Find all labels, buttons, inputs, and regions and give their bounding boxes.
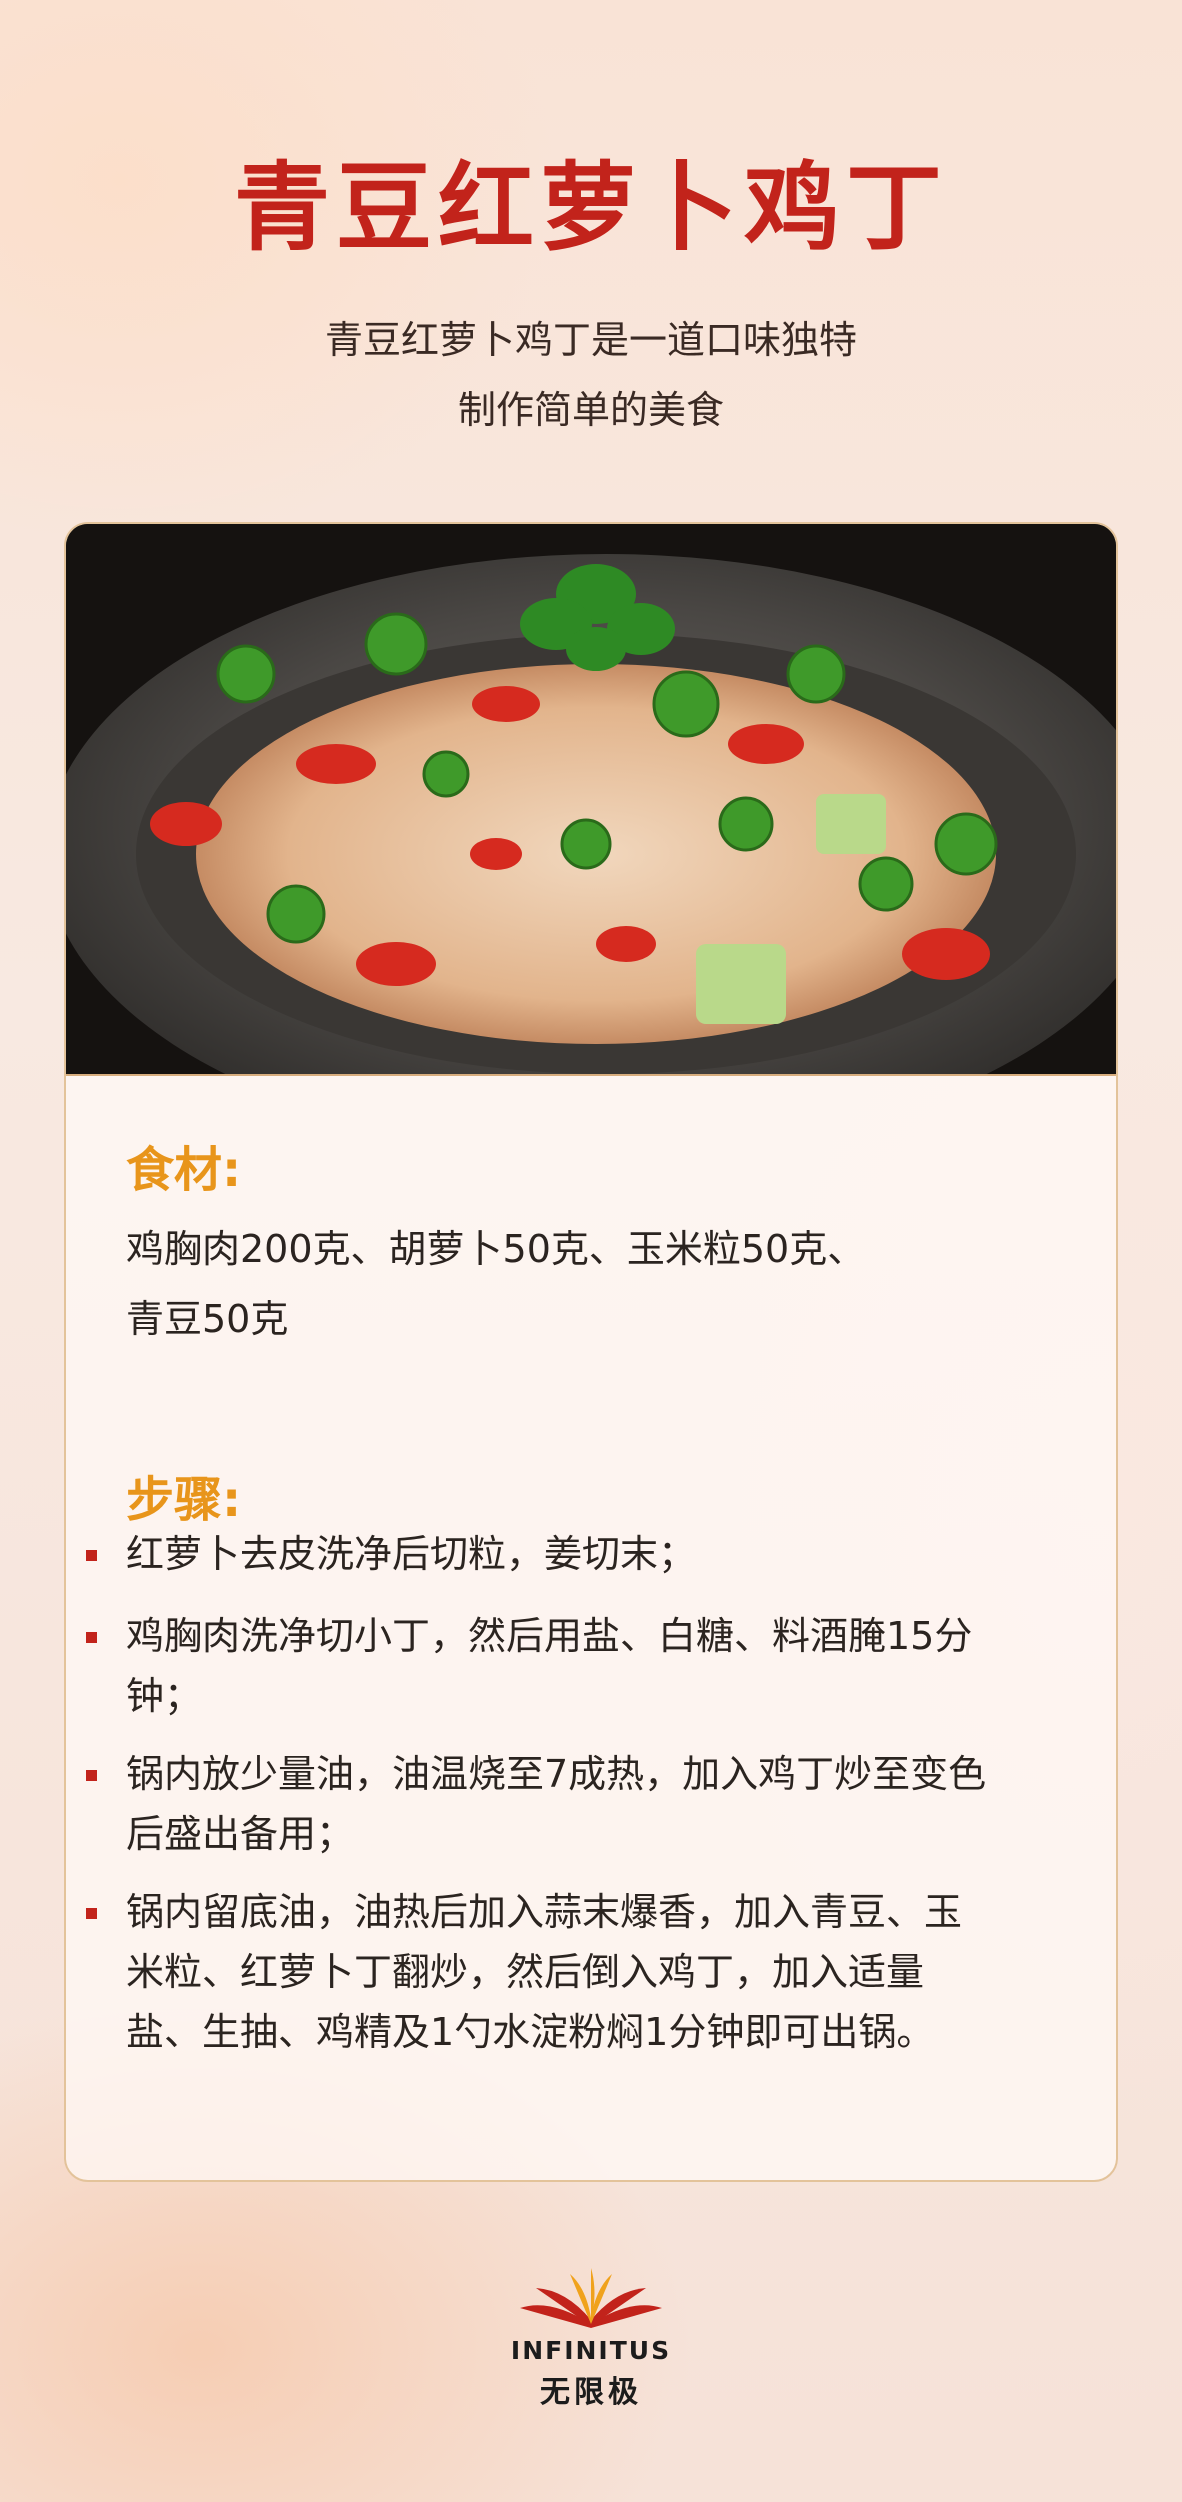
- list-item: 鸡胸肉洗净切小丁，然后用盐、白糖、料酒腌15分 钟；: [86, 1606, 1086, 1726]
- brand-logo: INFINITUS 无限极: [510, 2268, 672, 2428]
- steps-list: 红萝卜去皮洗净后切粒，姜切末； 鸡胸肉洗净切小丁，然后用盐、白糖、料酒腌15分 …: [86, 1524, 1086, 2080]
- page-subtitle: 青豆红萝卜鸡丁是一道口味独特 制作简单的美食: [0, 305, 1182, 445]
- dish-illustration: [66, 524, 1116, 1154]
- sunburst-icon: [520, 2268, 662, 2328]
- recipe-card: 食材: 鸡胸肉200克、胡萝卜50克、玉米粒50克、 青豆50克 步骤: 红萝卜…: [64, 522, 1118, 2182]
- list-item: 锅内放少量油，油温烧至7成热，加入鸡丁炒至变色 后盛出备用；: [86, 1744, 1086, 1864]
- step-3-line-1: 锅内放少量油，油温烧至7成热，加入鸡丁炒至变色: [126, 1752, 987, 1796]
- step-2-line-2: 钟；: [126, 1674, 203, 1718]
- ingredients-line-1: 鸡胸肉200克、胡萝卜50克、玉米粒50克、: [126, 1227, 866, 1271]
- subtitle-line-2: 制作简单的美食: [457, 388, 724, 432]
- ingredients-label: 食材:: [126, 1142, 242, 1198]
- logo-text-en: INFINITUS: [510, 2336, 672, 2365]
- step-3-line-2: 后盛出备用；: [126, 1812, 355, 1856]
- page-title: 青豆红萝卜鸡丁: [234, 152, 948, 264]
- step-4-line-2: 米粒、红萝卜丁翻炒，然后倒入鸡丁，加入适量: [126, 1950, 925, 1994]
- list-item: 红萝卜去皮洗净后切粒，姜切末；: [86, 1524, 1086, 1584]
- bullet-icon: [86, 1770, 97, 1781]
- steps-label: 步骤:: [126, 1472, 242, 1528]
- logo-text-cn: 无限极: [540, 2375, 642, 2410]
- list-item: 锅内留底油，油热后加入蒜末爆香，加入青豆、玉 米粒、红萝卜丁翻炒，然后倒入鸡丁，…: [86, 1882, 1086, 2062]
- step-4-line-3: 盐、生抽、鸡精及1勺水淀粉焖1分钟即可出锅。: [126, 2010, 935, 2054]
- dish-photo: [66, 524, 1116, 1154]
- bullet-icon: [86, 1632, 97, 1643]
- ingredients-line-2: 青豆50克: [126, 1297, 289, 1341]
- step-1-line-1: 红萝卜去皮洗净后切粒，姜切末；: [126, 1532, 697, 1576]
- subtitle-line-1: 青豆红萝卜鸡丁是一道口味独特: [324, 318, 857, 362]
- bullet-icon: [86, 1550, 97, 1561]
- bullet-icon: [86, 1908, 97, 1919]
- step-4-line-1: 锅内留底油，油热后加入蒜末爆香，加入青豆、玉: [126, 1890, 963, 1934]
- step-2-line-1: 鸡胸肉洗净切小丁，然后用盐、白糖、料酒腌15分: [126, 1614, 973, 1658]
- ingredients-text: 鸡胸肉200克、胡萝卜50克、玉米粒50克、 青豆50克: [126, 1214, 1046, 1354]
